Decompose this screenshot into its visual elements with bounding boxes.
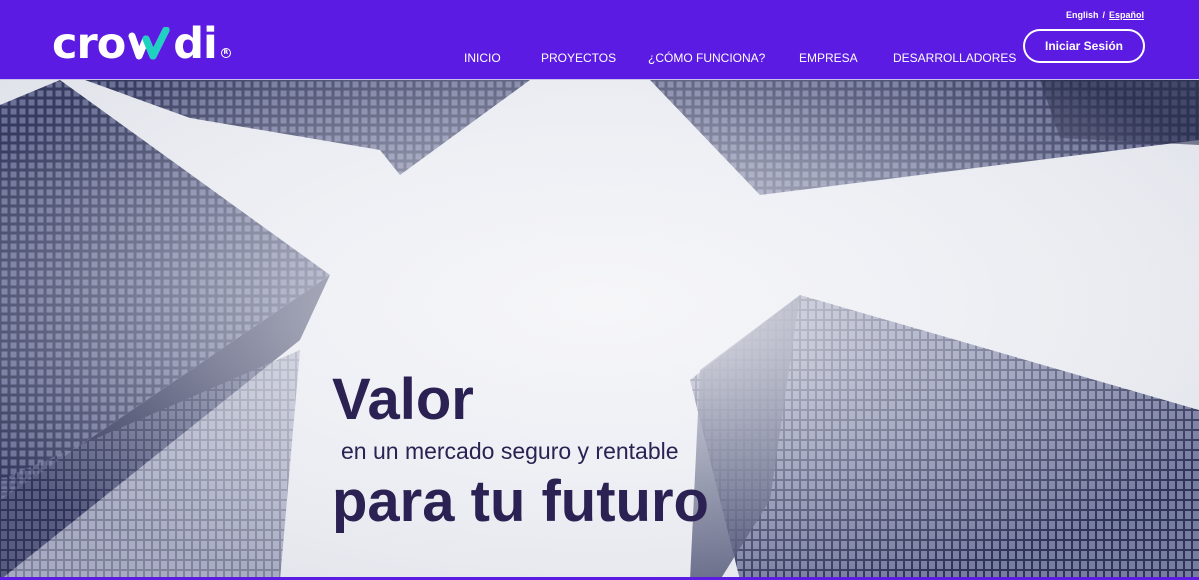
language-separator: / <box>1102 10 1106 20</box>
logo-text-left: cro <box>52 19 126 69</box>
hero-title-valor: Valor <box>332 367 474 432</box>
nav-item-desarrolladores[interactable]: DESARROLLADORES <box>893 51 1016 65</box>
logo-w-mark-icon <box>128 27 170 60</box>
language-english-link[interactable]: English <box>1066 10 1099 20</box>
crowdi-logo[interactable]: cro di R <box>52 22 231 66</box>
registered-mark: R <box>220 48 231 58</box>
nav-item-como-funciona[interactable]: ¿CÓMO FUNCIONA? <box>648 51 765 65</box>
logo-text-right: di <box>173 19 218 69</box>
top-navigation-bar: cro di R English / Español INICIO PROYECTO… <box>0 0 1199 80</box>
nav-item-empresa[interactable]: EMPRESA <box>799 51 858 65</box>
nav-item-proyectos[interactable]: PROYECTOS <box>541 51 616 65</box>
hero-subtitle: en un mercado seguro y rentable <box>341 438 679 464</box>
nav-item-inicio[interactable]: INICIO <box>464 51 501 65</box>
hero-title-para-tu-futuro: para tu futuro <box>332 469 709 534</box>
language-switcher: English / Español <box>1066 10 1144 20</box>
login-button[interactable]: Iniciar Sesión <box>1023 29 1145 63</box>
hero-banner: Valor en un mercado seguro y rentable pa… <box>0 80 1199 580</box>
language-spanish-link[interactable]: Español <box>1109 10 1144 20</box>
